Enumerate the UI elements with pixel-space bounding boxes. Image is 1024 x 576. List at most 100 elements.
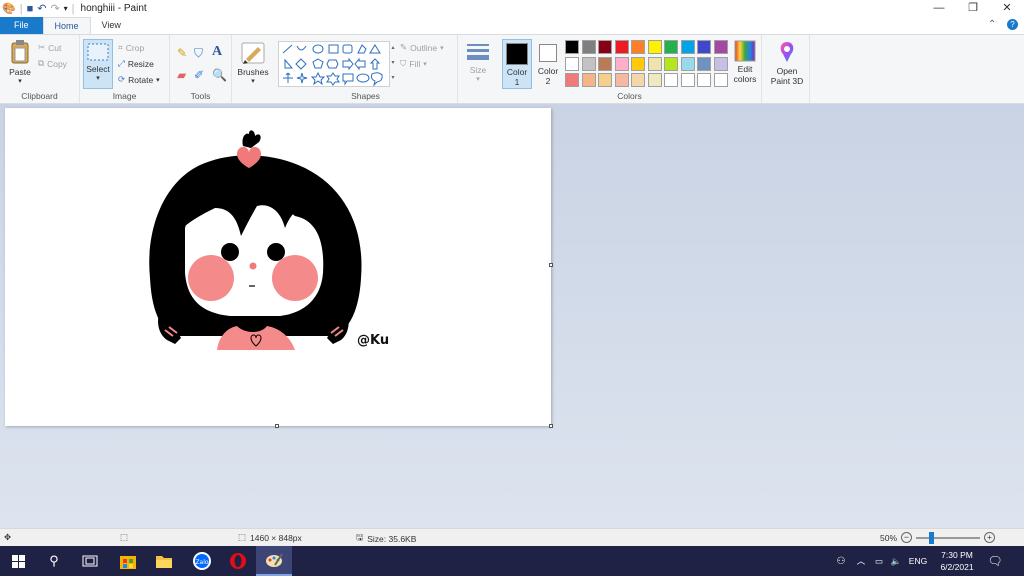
color-swatch[interactable]	[713, 56, 728, 71]
clock-time: 7:30 PM	[941, 550, 973, 560]
color-swatch[interactable]	[713, 40, 728, 54]
fill-bucket-icon[interactable]: ⛉	[194, 46, 203, 61]
magnifier-icon[interactable]: 🔍	[212, 68, 227, 82]
zalo-icon[interactable]: Zalo	[184, 546, 220, 576]
color1-button[interactable]: Color 1	[502, 39, 532, 89]
paste-dropdown-icon[interactable]: ▾	[6, 77, 34, 87]
paint-app-icon[interactable]: 🎨	[2, 2, 16, 16]
cut-button[interactable]: ✂ Cut	[38, 42, 61, 53]
color-swatch[interactable]	[581, 40, 596, 54]
undo-icon[interactable]: ↶	[37, 2, 46, 16]
color-swatch[interactable]	[565, 56, 579, 71]
task-view-icon[interactable]	[72, 546, 108, 576]
color-swatch[interactable]	[614, 40, 629, 54]
zoom-out-button[interactable]: −	[901, 532, 913, 543]
brushes-dropdown-icon[interactable]: ▾	[236, 77, 270, 87]
minimize-button[interactable]: —	[922, 0, 956, 17]
copy-button[interactable]: ⧉ Copy	[38, 58, 67, 69]
paste-icon	[11, 40, 29, 64]
resize-button[interactable]: ⤢ Resize	[118, 58, 154, 69]
paste-button[interactable]: Paste ▾	[6, 39, 34, 87]
color-swatch[interactable]	[614, 73, 629, 87]
shapes-scroll[interactable]: ▴ ▾ ▾	[389, 41, 397, 87]
color-swatch[interactable]	[631, 40, 645, 54]
tab-file[interactable]: File	[0, 17, 43, 34]
color-swatch[interactable]	[598, 56, 612, 71]
color-picker-icon[interactable]: ✐	[194, 68, 204, 82]
app-store-icon[interactable]	[110, 546, 146, 576]
select-dropdown-icon[interactable]: ▾	[84, 74, 112, 84]
paint-taskbar-icon[interactable]	[256, 546, 292, 576]
color-swatch[interactable]	[697, 73, 711, 87]
color-swatch[interactable]	[680, 56, 695, 71]
color-swatch[interactable]	[680, 40, 695, 54]
color-swatch[interactable]	[647, 56, 662, 71]
close-button[interactable]: ✕	[990, 0, 1024, 17]
start-button[interactable]	[0, 546, 36, 576]
color-swatch[interactable]	[697, 40, 711, 54]
battery-icon[interactable]: ▭	[870, 556, 888, 567]
color-swatch[interactable]	[664, 40, 678, 54]
people-icon[interactable]: ⚇	[830, 556, 852, 567]
color-swatch[interactable]	[581, 73, 596, 87]
brushes-button[interactable]: Brushes ▾	[236, 41, 270, 87]
help-icon[interactable]: ?	[1007, 19, 1018, 30]
pencil-icon[interactable]: ✎	[177, 46, 187, 60]
color-swatch[interactable]	[680, 73, 695, 87]
color-swatch[interactable]	[565, 73, 579, 87]
edit-colors-button[interactable]: Edit colors	[730, 40, 760, 84]
color-swatch[interactable]	[647, 40, 662, 54]
rotate-button[interactable]: ⟳ Rotate ▾	[118, 74, 160, 85]
color-swatch[interactable]	[664, 73, 678, 87]
restore-button[interactable]: ❐	[956, 0, 990, 17]
color-swatch[interactable]	[664, 56, 678, 71]
outline-button[interactable]: ✎ Outline ▾	[400, 42, 444, 53]
color-swatch[interactable]	[565, 40, 579, 54]
rotate-dropdown-icon[interactable]: ▾	[156, 76, 160, 84]
color2-button[interactable]: Color 2	[534, 39, 562, 86]
opera-icon[interactable]	[220, 546, 256, 576]
open-paint3d-label-2: Paint 3D	[770, 76, 804, 86]
canvas-workspace[interactable]: @Ku	[0, 104, 1024, 528]
zoom-slider-thumb[interactable]	[928, 531, 934, 544]
zoom-level: 50%	[880, 532, 898, 543]
size-button[interactable]: Size ▾	[462, 41, 494, 85]
color-swatch[interactable]	[713, 73, 728, 87]
file-explorer-icon[interactable]	[146, 546, 182, 576]
color-swatch[interactable]	[614, 56, 629, 71]
clock[interactable]: 7:30 PM 6/2/2021	[932, 549, 982, 573]
color-swatch[interactable]	[631, 73, 645, 87]
show-hidden-icons[interactable]: ︿	[852, 555, 870, 567]
eraser-icon[interactable]: ▰	[177, 68, 186, 82]
tab-home[interactable]: Home	[42, 17, 91, 34]
color-swatch[interactable]	[697, 56, 711, 71]
resize-handle-bottom[interactable]	[275, 424, 279, 428]
color-swatch[interactable]	[598, 73, 612, 87]
shapes-gallery[interactable]	[278, 41, 390, 87]
save-icon[interactable]: ■	[27, 2, 34, 16]
volume-icon[interactable]: 🔈	[888, 556, 904, 567]
select-button[interactable]: Select ▾	[83, 39, 113, 89]
copy-label: Copy	[47, 58, 67, 69]
color-swatch[interactable]	[581, 56, 596, 71]
color-swatch[interactable]	[631, 56, 645, 71]
open-paint3d-button[interactable]: Open Paint 3D	[766, 40, 808, 86]
clipboard-group: Paste ▾ ✂ Cut ⧉ Copy Clipboard	[0, 35, 80, 103]
resize-handle-corner[interactable]	[549, 424, 553, 428]
color-swatch[interactable]	[647, 73, 662, 87]
zoom-in-button[interactable]: +	[984, 532, 996, 543]
notification-icon[interactable]: 🗨	[982, 554, 1008, 568]
crop-button[interactable]: ⌗ Crop	[118, 42, 144, 53]
color-swatch[interactable]	[598, 40, 612, 54]
zoom-slider[interactable]	[916, 531, 981, 544]
resize-handle-right[interactable]	[549, 263, 553, 267]
language-indicator[interactable]: ENG	[904, 556, 932, 566]
fill-button[interactable]: ⛉ Fill ▾	[400, 58, 427, 69]
redo-icon[interactable]: ↷	[50, 2, 59, 16]
tab-view[interactable]: View	[91, 17, 132, 34]
drawing-canvas[interactable]: @Ku	[5, 108, 551, 426]
customize-qat-icon[interactable]: ▾	[64, 2, 68, 16]
search-icon[interactable]: ⚲	[36, 546, 72, 576]
collapse-ribbon-icon[interactable]: ⌃	[988, 19, 996, 30]
text-tool-icon[interactable]: A	[212, 44, 222, 60]
